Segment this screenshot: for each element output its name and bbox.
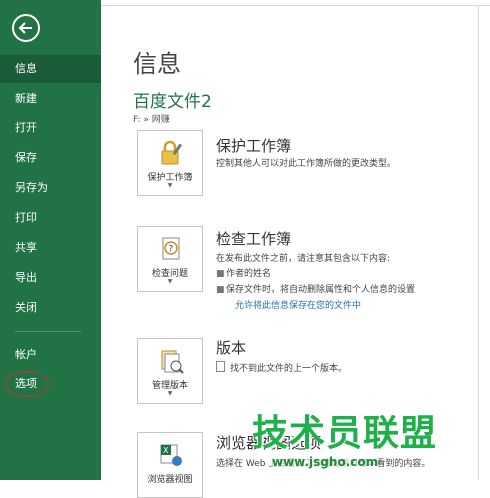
nav-item-new[interactable]: 新建: [0, 85, 101, 113]
nav-item-print[interactable]: 打印: [0, 204, 101, 232]
nav-item-export[interactable]: 导出: [0, 264, 101, 292]
nav-item-close[interactable]: 关闭: [0, 294, 101, 322]
nav-item-save-as[interactable]: 另存为: [0, 174, 101, 202]
nav-item-info[interactable]: 信息: [0, 55, 101, 83]
section-title: 检查工作簿: [216, 230, 292, 248]
nav-item-account[interactable]: 帐户: [0, 341, 101, 369]
caret-down-icon: ▼: [167, 278, 173, 285]
document-name: 百度文件2: [133, 92, 212, 112]
svg-text:?: ?: [169, 245, 174, 255]
page-title: 信息: [133, 50, 181, 78]
nav-item-save[interactable]: 保存: [0, 144, 101, 172]
svg-text:X: X: [163, 446, 169, 455]
watermark-text: 技术员联盟: [252, 413, 438, 454]
manage-versions-button[interactable]: 管理版本 ▼: [137, 338, 203, 404]
caret-down-icon: ▼: [167, 390, 173, 397]
protect-workbook-button[interactable]: 保护工作簿 ▼: [137, 130, 203, 196]
browser-view-button[interactable]: X 浏览器视图: [137, 432, 203, 498]
options-highlight-circle: [5, 371, 49, 397]
list-item: ■作者的姓名: [216, 269, 272, 279]
nav-item-open[interactable]: 打开: [0, 114, 101, 142]
version-history-icon: [157, 347, 185, 375]
back-arrow-icon[interactable]: [12, 14, 40, 42]
top-border: [101, 5, 490, 6]
allow-save-info-link[interactable]: 允许将此信息保存在您的文件中: [235, 298, 361, 311]
document-icon: [216, 361, 225, 372]
inspect-document-icon: ?: [157, 235, 185, 263]
section-description: 找不到此文件的上一个版本。: [216, 361, 347, 374]
list-item: ■保存文件时，将自动删除属性和个人信息的设置: [216, 285, 416, 295]
lock-key-icon: [157, 139, 185, 167]
nav-item-share[interactable]: 共享: [0, 234, 101, 262]
section-title: 保护工作簿: [216, 137, 292, 155]
nav-divider: [15, 331, 81, 332]
caret-down-icon: ▼: [167, 182, 173, 189]
backstage-sidebar: 信息 新建 打开 保存 另存为 打印 共享 导出 关闭 帐户 选项: [0, 0, 101, 480]
tile-label: 浏览器视图: [147, 475, 193, 485]
right-border: [478, 5, 479, 480]
check-issues-button[interactable]: ? 检查问题 ▼: [137, 226, 203, 292]
document-path[interactable]: F: » 网赚: [133, 112, 170, 125]
watermark-url: www.jsgho.com: [272, 455, 379, 469]
section-title: 版本: [216, 339, 247, 357]
section-description: 在发布此文件之前，请注意其包含以下内容:: [216, 254, 391, 264]
excel-browser-icon: X: [157, 441, 185, 469]
section-description: 控制其他人可以对此工作簿所做的更改类型。: [216, 159, 397, 169]
